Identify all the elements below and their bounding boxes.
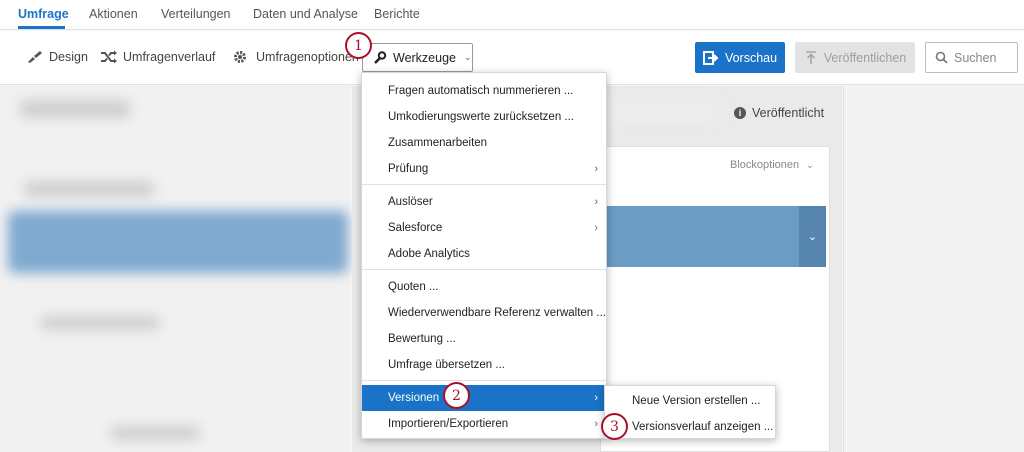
survey-options-label: Umfragenoptionen bbox=[256, 50, 359, 64]
tab-berichte[interactable]: Berichte bbox=[374, 7, 420, 21]
active-tab-indicator bbox=[18, 26, 65, 29]
menu-divider bbox=[362, 184, 606, 185]
preview-button[interactable]: Vorschau bbox=[695, 42, 785, 73]
blurred-content bbox=[40, 316, 160, 330]
publish-status: i Veröffentlicht bbox=[734, 106, 824, 120]
menu-item-collaborate[interactable]: Zusammenarbeiten bbox=[362, 130, 606, 156]
upload-icon bbox=[805, 50, 816, 64]
shuffle-icon bbox=[101, 50, 117, 64]
chevron-down-icon: ⌄ bbox=[464, 52, 472, 62]
search-placeholder: Suchen bbox=[954, 50, 997, 65]
step-callout-1: 1 bbox=[345, 32, 372, 59]
design-label: Design bbox=[49, 50, 88, 64]
menu-item-import-export[interactable]: Importieren/Exportieren › bbox=[362, 411, 606, 437]
survey-history-label: Umfragenverlauf bbox=[123, 50, 216, 64]
search-icon bbox=[935, 51, 948, 64]
menu-item-label: Wiederverwendbare Referenz verwalten ... bbox=[388, 307, 606, 319]
tab-aktionen[interactable]: Aktionen bbox=[89, 7, 138, 21]
chevron-down-icon[interactable]: ⌄ bbox=[799, 206, 826, 267]
block-options-dropdown[interactable]: Blockoptionen ⌄ bbox=[730, 159, 814, 171]
menu-item-label: Versionen bbox=[388, 392, 440, 404]
published-label: Veröffentlicht bbox=[752, 106, 825, 120]
preview-icon bbox=[702, 50, 719, 65]
survey-flow-panel bbox=[0, 86, 350, 452]
menu-item-check[interactable]: Prüfung › bbox=[362, 156, 606, 182]
submenu-item-version-history[interactable]: Versionsverlauf anzeigen ... bbox=[605, 414, 775, 440]
preview-label: Vorschau bbox=[724, 50, 778, 65]
menu-item-reusable-reference[interactable]: Wiederverwendbare Referenz verwalten ... bbox=[362, 300, 606, 326]
tools-label: Werkzeuge bbox=[393, 50, 456, 65]
publish-label: Veröffentlichen bbox=[823, 50, 907, 65]
block-header: ⌄ bbox=[600, 206, 826, 267]
wrench-icon bbox=[374, 50, 387, 64]
menu-divider bbox=[362, 380, 606, 381]
chevron-right-icon: › bbox=[594, 196, 598, 208]
menu-divider bbox=[362, 269, 606, 270]
tab-verteilungen[interactable]: Verteilungen bbox=[161, 7, 231, 21]
right-panel bbox=[843, 86, 1024, 452]
info-icon: i bbox=[734, 107, 746, 119]
blurred-content bbox=[608, 97, 720, 125]
menu-item-reset-recode[interactable]: Umkodierungswerte zurücksetzen ... bbox=[362, 104, 606, 130]
menu-item-label: Auslöser bbox=[388, 196, 433, 208]
menu-item-label: Fragen automatisch nummerieren ... bbox=[388, 85, 574, 97]
menu-item-triggers[interactable]: Auslöser › bbox=[362, 189, 606, 215]
menu-item-label: Quoten ... bbox=[388, 281, 439, 293]
blurred-selected-item bbox=[8, 211, 348, 273]
survey-options-button[interactable]: Umfragenoptionen bbox=[233, 50, 359, 64]
menu-item-label: Salesforce bbox=[388, 222, 443, 234]
submenu-item-label: Versionsverlauf anzeigen ... bbox=[632, 421, 774, 433]
blurred-content bbox=[20, 100, 130, 118]
search-input[interactable]: Suchen bbox=[925, 42, 1018, 73]
menu-item-label: Umkodierungswerte zurücksetzen ... bbox=[388, 111, 574, 123]
menu-item-auto-number[interactable]: Fragen automatisch nummerieren ... bbox=[362, 78, 606, 104]
chevron-right-icon: › bbox=[594, 222, 598, 234]
design-button[interactable]: Design bbox=[26, 50, 88, 64]
paintbrush-icon bbox=[28, 51, 42, 63]
tools-dropdown-button[interactable]: Werkzeuge ⌄ bbox=[362, 43, 473, 72]
menu-item-translate[interactable]: Umfrage übersetzen ... bbox=[362, 352, 606, 378]
survey-history-button[interactable]: Umfragenverlauf bbox=[100, 50, 215, 64]
submenu-item-label: Neue Version erstellen ... bbox=[632, 395, 761, 407]
chevron-right-icon: › bbox=[594, 418, 598, 430]
menu-item-label: Bewertung ... bbox=[388, 333, 456, 345]
submenu-item-new-version[interactable]: Neue Version erstellen ... bbox=[605, 388, 775, 414]
blurred-content bbox=[24, 181, 154, 197]
menu-item-label: Importieren/Exportieren bbox=[388, 418, 509, 430]
menu-item-scoring[interactable]: Bewertung ... bbox=[362, 326, 606, 352]
menu-item-salesforce[interactable]: Salesforce › bbox=[362, 215, 606, 241]
versions-submenu: Neue Version erstellen ... Versionsverla… bbox=[604, 385, 776, 439]
tab-umfrage[interactable]: Umfrage bbox=[18, 7, 69, 21]
gear-icon bbox=[234, 51, 246, 63]
publish-button[interactable]: Veröffentlichen bbox=[795, 42, 915, 73]
step-callout-2: 2 bbox=[443, 382, 470, 409]
menu-item-versions[interactable]: Versionen › bbox=[362, 385, 606, 411]
tools-menu: Fragen automatisch nummerieren ... Umkod… bbox=[361, 72, 607, 439]
step-callout-3: 3 bbox=[601, 413, 628, 440]
tab-daten-und-analyse[interactable]: Daten und Analyse bbox=[253, 7, 358, 21]
menu-item-label: Adobe Analytics bbox=[388, 248, 470, 260]
blurred-content bbox=[110, 426, 200, 440]
menu-item-label: Zusammenarbeiten bbox=[388, 137, 488, 149]
menu-item-adobe-analytics[interactable]: Adobe Analytics bbox=[362, 241, 606, 267]
menu-item-label: Umfrage übersetzen ... bbox=[388, 359, 505, 371]
menu-item-label: Prüfung bbox=[388, 163, 429, 175]
block-options-label: Blockoptionen bbox=[730, 159, 800, 171]
top-navigation: Umfrage Aktionen Verteilungen Daten und … bbox=[0, 0, 1024, 30]
chevron-down-icon: ⌄ bbox=[806, 160, 814, 170]
menu-item-quotas[interactable]: Quoten ... bbox=[362, 274, 606, 300]
chevron-right-icon: › bbox=[594, 392, 598, 404]
chevron-right-icon: › bbox=[594, 163, 598, 175]
